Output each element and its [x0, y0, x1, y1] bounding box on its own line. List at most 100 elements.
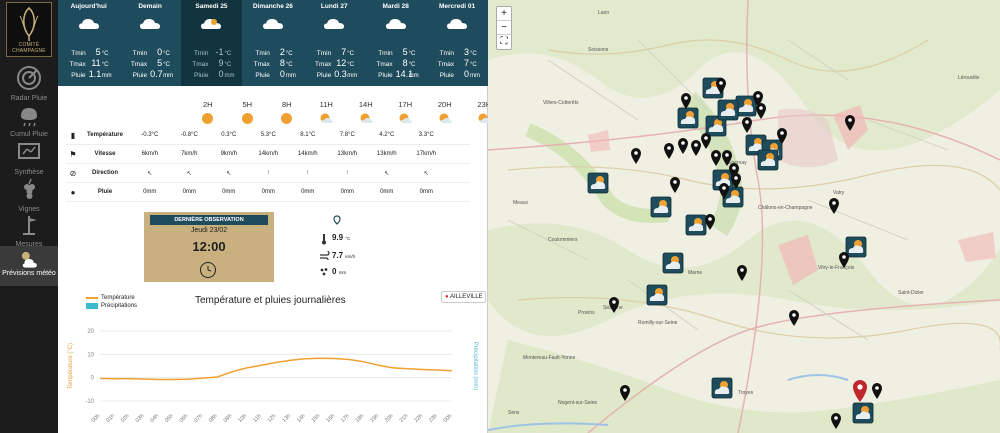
nav-label: Prévisions météo — [2, 270, 56, 277]
cloudy-icon — [447, 19, 468, 29]
day-tmax-unit: °C — [470, 62, 477, 68]
weather-station-marker[interactable] — [852, 402, 874, 424]
day-tab[interactable]: Lundi 27 Tmin 7 °C Tmax 12 °C Pluie 0.3 mm — [304, 0, 365, 86]
day-tmin-label: Tmin — [132, 50, 148, 57]
day-tmax-label: Tmax — [192, 61, 209, 68]
station-pin-marker[interactable] — [681, 93, 691, 109]
row-value: 0mm — [340, 189, 354, 195]
day-values: Tmin -1 °C Tmax 9 °C Pluie 0 mm — [181, 47, 242, 80]
row-label: Direction — [91, 170, 118, 176]
day-tmax-unit: °C — [101, 62, 109, 68]
weather-station-marker[interactable] — [646, 284, 668, 306]
row-value: 8.1°C — [300, 132, 316, 138]
day-tmax-row: Tmax 9 °C — [181, 58, 242, 69]
weather-station-marker[interactable] — [677, 107, 699, 129]
station-pin-marker[interactable] — [722, 150, 732, 166]
station-pin-marker[interactable] — [691, 140, 701, 156]
station-pin-marker[interactable] — [620, 385, 630, 401]
zoom-out-button[interactable]: − — [497, 21, 511, 35]
station-pin-marker[interactable] — [872, 383, 882, 399]
row-value: ↖ — [186, 170, 192, 177]
station-pin-marker[interactable] — [756, 103, 766, 119]
selected-station-pin-marker[interactable] — [853, 380, 867, 402]
observation-title: DERNIÈRE OBSERVATION — [150, 215, 268, 225]
weather-station-marker[interactable] — [587, 172, 609, 194]
sun-cloud-icon — [399, 113, 413, 123]
observation-rain: 0 mm — [332, 267, 346, 276]
weather-station-marker[interactable] — [662, 252, 684, 274]
station-pin-marker[interactable] — [678, 138, 688, 154]
clock-icon — [200, 262, 216, 278]
station-pin-marker[interactable] — [664, 143, 674, 159]
day-tmax-label: Tmax — [69, 61, 86, 68]
row-value: -0.3°C — [141, 132, 159, 138]
stations-map[interactable]: ReimsSoissonsLaonSézanneTroyesÉpernayChâ… — [488, 0, 1000, 433]
station-pin-marker[interactable] — [742, 117, 752, 133]
day-tmax-label: Tmax — [253, 61, 270, 68]
station-pin-marker[interactable] — [670, 177, 680, 193]
day-tmin-value: -1 — [215, 47, 224, 57]
day-rain-value: 14.1 — [395, 69, 414, 79]
station-pin-marker[interactable] — [701, 133, 711, 149]
x-tick-label: 15h — [311, 413, 322, 424]
station-pin-marker[interactable] — [845, 115, 855, 131]
day-rain-row: Pluie 14.1 mm — [365, 69, 426, 80]
station-pin-marker[interactable] — [631, 148, 641, 164]
station-pin-marker[interactable] — [839, 252, 849, 268]
synthesis-icon — [18, 143, 40, 159]
station-pin-marker[interactable] — [737, 265, 747, 281]
day-rain-unit: mm — [470, 73, 481, 79]
day-tab[interactable]: Demain Tmin 0 °C Tmax 5 °C Pluie 0.7 mm — [119, 0, 180, 86]
station-pin-marker[interactable] — [705, 214, 715, 230]
station-pin-marker[interactable] — [609, 297, 619, 313]
station-pin-marker[interactable] — [711, 150, 721, 166]
row-value: ↖ — [423, 170, 429, 177]
fullscreen-button[interactable]: ⛶ — [497, 35, 511, 49]
hourly-row-speed: ⚑ Vitesse 6km/h 7km/h 9km/h 14km/h 14km/h 13km/… — [66, 145, 470, 164]
day-tab[interactable]: Aujourd'hui Tmin 5 °C Tmax 11 °C Pluie 1.1 mm — [58, 0, 119, 86]
day-tmax-label: Tmax — [130, 61, 148, 68]
day-rain-value: 0.3 — [334, 69, 347, 79]
day-tab[interactable]: Samedi 25 Tmin -1 °C Tmax 9 °C Pluie 0 mm — [180, 0, 243, 86]
day-tmax-label: Tmax — [437, 61, 455, 68]
day-tab[interactable]: Mardi 28 Tmin 5 °C Tmax 8 °C Pluie 14.1 mm — [365, 0, 426, 86]
weather-station-marker[interactable] — [757, 149, 779, 171]
x-tick-label: 14h — [296, 413, 307, 424]
comite-champagne-logo[interactable]: COMITÉ CHAMPAGNE — [6, 2, 52, 57]
nav-previsions-meteo[interactable]: Prévisions météo — [0, 246, 58, 286]
compass-icon: ⊘ — [69, 168, 77, 178]
x-tick-label: 16h — [325, 413, 336, 424]
day-rain-unit: mm — [163, 73, 174, 79]
day-tmax-value: 5 — [157, 58, 163, 68]
station-pin-marker[interactable] — [829, 198, 839, 214]
station-pin-marker[interactable] — [789, 310, 799, 326]
cloudy-icon — [324, 19, 345, 29]
day-values: Tmin 7 °C Tmax 12 °C Pluie 0.3 mm — [304, 47, 365, 80]
weather-station-marker[interactable] — [845, 236, 867, 258]
row-label: Température — [87, 132, 123, 138]
cloudy-icon — [201, 19, 222, 29]
x-tick-label: 01h — [105, 413, 116, 424]
day-name: Dimanche 26 — [252, 3, 293, 10]
day-tab[interactable]: Mercredi 01 Tmin 3 °C Tmax 7 °C Pluie 0 mm — [426, 0, 487, 86]
weather-station-marker[interactable] — [685, 214, 707, 236]
row-value: 6km/h — [141, 151, 158, 157]
hourly-header: 2H 5H 8H 11H 14H 17H 20H 23H — [188, 100, 504, 124]
weather-station-marker[interactable] — [711, 377, 733, 399]
weather-station-marker[interactable] — [735, 95, 757, 117]
day-tmin-unit: °C — [470, 51, 477, 57]
weather-station-marker[interactable] — [650, 196, 672, 218]
thermometer-icon: ▮ — [70, 130, 76, 140]
row-value: 0mm — [380, 189, 394, 195]
row-value: 14km/h — [258, 151, 279, 157]
day-tmin-row: Tmin 3 °C — [426, 47, 487, 58]
sun-icon — [281, 113, 293, 124]
observation-time: 12:00 — [192, 239, 226, 254]
day-tmin-value: 2 — [279, 47, 285, 57]
station-pin-marker[interactable] — [831, 413, 841, 429]
day-tmin-label: Tmin — [378, 50, 393, 57]
day-tab[interactable]: Dimanche 26 Tmin 2 °C Tmax 8 °C Pluie 0 mm — [242, 0, 303, 86]
weather-station-marker[interactable] — [717, 99, 739, 121]
zoom-in-button[interactable]: + — [497, 7, 511, 21]
row-value: ↑ — [266, 170, 270, 176]
